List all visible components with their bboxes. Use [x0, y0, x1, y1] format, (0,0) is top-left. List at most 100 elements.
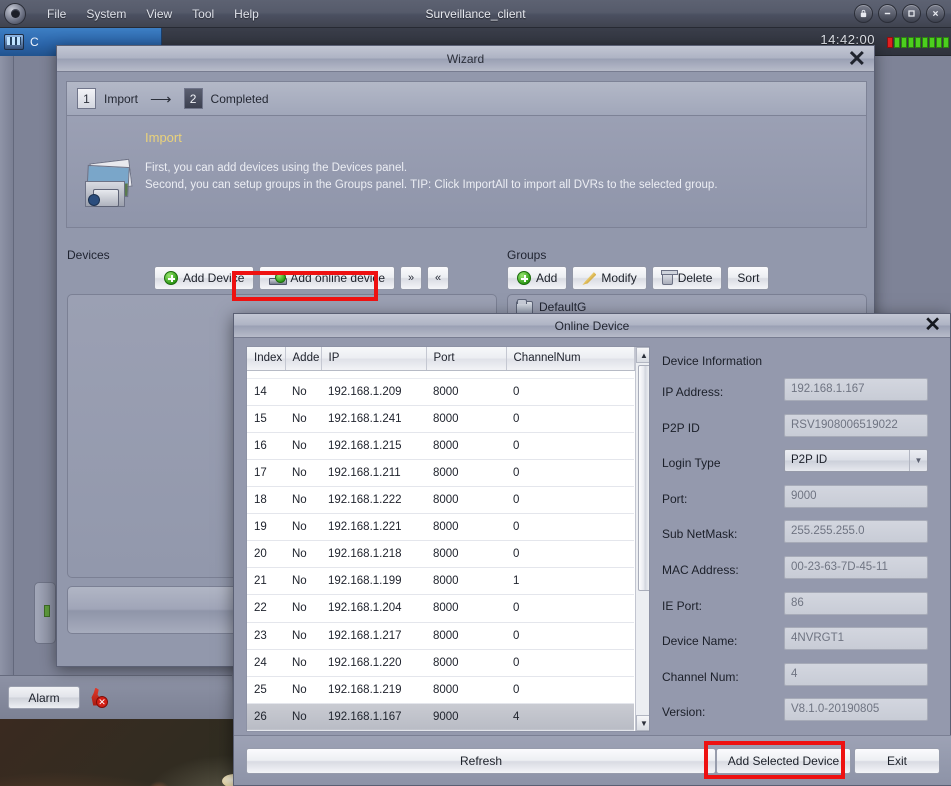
cell-channelnum: 0 — [506, 405, 634, 433]
step-2-label: Completed — [210, 91, 269, 106]
cell-channelnum: 0 — [506, 486, 634, 515]
cell-ip: 192.168.1.221 — [321, 513, 426, 542]
table-row[interactable]: 23 No 192.168.1.217 8000 0 — [247, 622, 634, 650]
signal-strength-icon — [887, 37, 949, 48]
window-controls — [854, 4, 945, 23]
photos-camera-icon — [83, 158, 141, 211]
step-2-number: 2 — [183, 88, 203, 109]
table-vertical-scrollbar[interactable]: ▲ ▼ — [634, 347, 649, 731]
folder-icon — [516, 298, 533, 314]
device-info-row: Login Type P2P ID ▼ — [662, 449, 940, 485]
cell-channelnum: 0 — [506, 676, 634, 704]
cell-port: 8000 — [426, 676, 506, 704]
scrollbar-thumb[interactable] — [637, 365, 649, 591]
table-row[interactable]: 21 No 192.168.1.199 8000 1 — [247, 567, 634, 596]
close-icon[interactable]: ✕ — [924, 313, 941, 337]
cell-port: 9000 — [426, 703, 506, 731]
device-info-value[interactable]: 9000 — [784, 484, 928, 508]
expand-up-label: « — [435, 271, 442, 284]
table-row[interactable]: 18 No 192.168.1.222 8000 0 — [247, 486, 634, 515]
table-row[interactable]: 15 No 192.168.1.241 8000 0 — [247, 405, 634, 433]
cell-added: No — [285, 649, 321, 677]
column-header-index[interactable]: Index — [247, 347, 286, 371]
wizard-intro: Import First, you can add devices using … — [66, 116, 867, 228]
refresh-button[interactable]: Refresh — [246, 748, 716, 774]
device-info-value[interactable]: 00-23-63-7D-45-11 — [784, 555, 928, 579]
group-add-label: Add — [536, 271, 558, 285]
lock-icon[interactable] — [854, 4, 873, 23]
add-device-button[interactable]: Add Device — [154, 266, 255, 290]
table-row[interactable]: 16 No 192.168.1.215 8000 0 — [247, 432, 634, 460]
column-header-ip[interactable]: IP — [321, 347, 427, 371]
cell-index: 21 — [247, 567, 285, 596]
table-row[interactable]: 20 No 192.168.1.218 8000 0 — [247, 540, 634, 569]
plus-circle-icon — [517, 271, 531, 285]
add-device-label: Add Device — [183, 271, 245, 285]
table-row[interactable]: 17 No 192.168.1.211 8000 0 — [247, 459, 634, 487]
device-info-value[interactable]: 4 — [784, 662, 928, 686]
device-info-value[interactable]: 255.255.255.0 — [784, 520, 928, 544]
cell-port: 8000 — [426, 405, 506, 433]
menu-item-system[interactable]: System — [77, 4, 135, 24]
online-device-table-wrap: Index Adde IP Port ChannelNum 14 No 192.16… — [246, 346, 650, 732]
cell-channelnum: 0 — [506, 649, 634, 677]
table-row[interactable]: 22 No 192.168.1.204 8000 0 — [247, 594, 634, 623]
column-header-channelnum[interactable]: ChannelNum — [506, 347, 635, 371]
maximize-icon[interactable] — [902, 4, 921, 23]
table-row[interactable]: 26 No 192.168.1.167 9000 4 — [247, 703, 634, 731]
device-info-value[interactable]: V8.1.0-20190805 — [784, 698, 928, 722]
device-info-value[interactable]: RSV1908006519022 — [784, 413, 928, 437]
cell-ip: 192.168.1.211 — [321, 459, 426, 487]
add-online-device-button[interactable]: Add online device — [259, 266, 396, 290]
exit-button[interactable]: Exit — [854, 748, 940, 774]
menu-item-tool[interactable]: Tool — [183, 4, 223, 24]
alarm-button[interactable]: Alarm — [8, 686, 80, 709]
login-type-select[interactable]: P2P ID ▼ — [784, 449, 928, 473]
expand-down-label: » — [408, 271, 415, 284]
group-sort-button[interactable]: Sort — [727, 266, 770, 290]
wizard-title-label: Wizard — [446, 51, 485, 66]
menu-item-help[interactable]: Help — [225, 4, 268, 24]
chevron-double-down-icon[interactable]: » — [400, 266, 423, 290]
cell-index: 14 — [247, 378, 285, 406]
chevron-down-icon[interactable]: ▼ — [909, 450, 927, 472]
chevron-double-up-icon[interactable]: « — [427, 266, 450, 290]
cell-added: No — [285, 594, 321, 623]
table-row[interactable]: 24 No 192.168.1.220 8000 0 — [247, 649, 634, 677]
panel-collapse-handle[interactable] — [34, 582, 56, 644]
cell-index: 20 — [247, 540, 285, 569]
table-row[interactable]: 14 No 192.168.1.209 8000 0 — [247, 378, 634, 406]
device-info-value[interactable]: 86 — [784, 591, 928, 615]
cell-port: 8000 — [426, 486, 506, 515]
group-delete-button[interactable]: Delete — [651, 266, 723, 290]
device-info-value[interactable]: 192.168.1.167 — [784, 378, 928, 401]
cell-ip: 192.168.1.204 — [321, 594, 426, 623]
device-info-row: Device Name: 4NVRGT1 — [662, 627, 940, 663]
cell-index: 18 — [247, 486, 285, 515]
group-delete-label: Delete — [677, 271, 713, 285]
cell-added: No — [285, 405, 321, 433]
scroll-down-icon[interactable]: ▼ — [635, 715, 649, 731]
minimize-icon[interactable] — [878, 4, 897, 23]
device-info-value[interactable]: 4NVRGT1 — [784, 627, 928, 651]
scroll-up-icon[interactable]: ▲ — [635, 347, 649, 363]
menu-item-view[interactable]: View — [137, 4, 181, 24]
intro-text: First, you can add devices using the Dev… — [145, 160, 845, 194]
group-item-label: DefaultG — [539, 300, 587, 314]
cell-added: No — [285, 703, 321, 731]
menu-item-file[interactable]: File — [38, 4, 75, 24]
group-modify-label: Modify — [601, 271, 637, 285]
devices-toolbar: Add Device Add online device » « — [154, 266, 450, 290]
column-header-port[interactable]: Port — [426, 347, 507, 371]
add-selected-device-button[interactable]: Add Selected Device — [716, 748, 851, 774]
table-row[interactable]: 25 No 192.168.1.219 8000 0 — [247, 676, 634, 704]
device-info-label: IP Address: — [662, 385, 724, 399]
group-list-item[interactable]: DefaultG — [516, 298, 858, 314]
column-header-added[interactable]: Adde — [285, 347, 322, 371]
device-info-label: P2P ID — [662, 420, 700, 435]
close-icon[interactable] — [926, 4, 945, 23]
group-add-button[interactable]: Add — [507, 266, 568, 290]
close-icon[interactable]: ✕ — [848, 46, 866, 72]
group-modify-button[interactable]: Modify — [572, 266, 647, 290]
table-row[interactable]: 19 No 192.168.1.221 8000 0 — [247, 513, 634, 542]
